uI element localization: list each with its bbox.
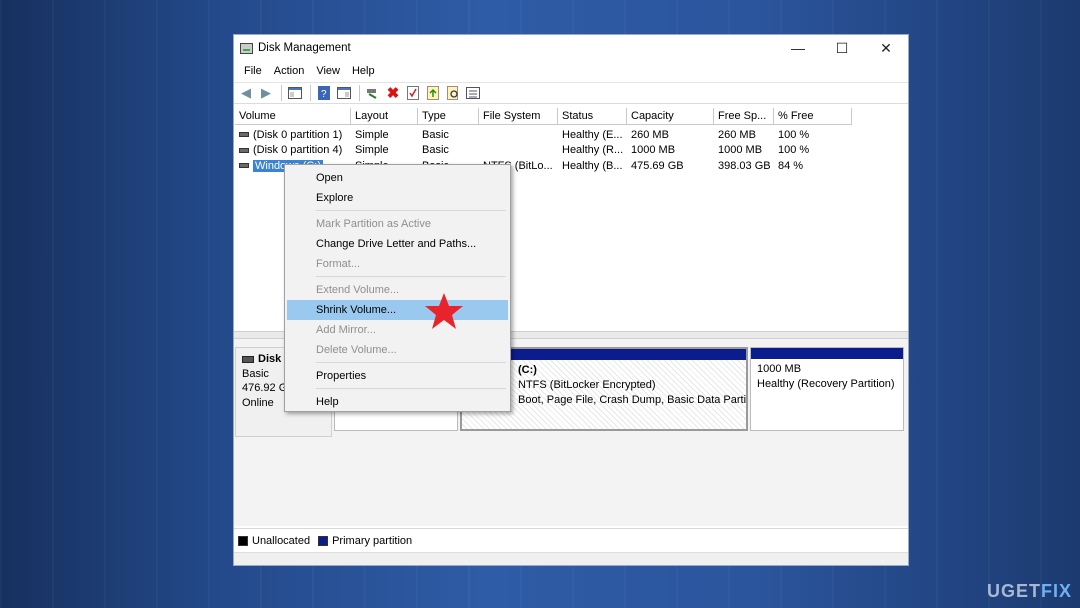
menu-separator	[316, 388, 506, 389]
partition-bar	[751, 348, 903, 359]
menu-action[interactable]: Action	[268, 63, 311, 81]
table-row[interactable]: (Disk 0 partition 1) Simple Basic Health…	[235, 127, 852, 143]
cell-percent-free: 100 %	[778, 128, 810, 141]
partition-recovery[interactable]: 1000 MB Healthy (Recovery Partition)	[750, 347, 904, 431]
menu-item-add-mirror: Add Mirror...	[316, 324, 376, 336]
menu-separator	[316, 210, 506, 211]
svg-text:?: ?	[321, 89, 327, 100]
watermark-part-2: ET	[1015, 581, 1041, 601]
menu-separator	[316, 276, 506, 277]
ugetfix-watermark: UGETFIX	[987, 581, 1072, 602]
menu-view[interactable]: View	[310, 63, 346, 81]
toolbar-separator	[281, 85, 282, 101]
volume-icon	[239, 147, 249, 153]
red-star-annotation-icon	[425, 293, 463, 329]
column-header-type[interactable]: Type	[418, 108, 479, 125]
cell-free-space: 260 MB	[718, 128, 756, 141]
volume-icon	[239, 132, 249, 138]
legend-label-unallocated: Unallocated	[252, 534, 311, 547]
cell-percent-free: 100 %	[778, 144, 810, 157]
menu-item-extend-volume: Extend Volume...	[316, 284, 400, 296]
legend-swatch-primary	[318, 535, 329, 546]
cell-layout: Simple	[355, 128, 389, 141]
cell-type: Basic	[422, 128, 449, 141]
cell-layout: Simple	[355, 144, 389, 157]
table-row[interactable]: (Disk 0 partition 4) Simple Basic Health…	[235, 143, 852, 159]
watermark-part-1: UG	[986, 581, 1016, 601]
search-icon[interactable]	[444, 84, 462, 102]
menu-item-shrink-volume[interactable]: Shrink Volume...	[287, 300, 508, 320]
cell-status: Healthy (E...	[562, 128, 623, 141]
menu-item-delete-volume: Delete Volume...	[316, 344, 397, 356]
cell-status: Healthy (R...	[562, 144, 624, 157]
watermark-part-3: FIX	[1040, 581, 1072, 601]
back-icon[interactable]: ◀	[237, 84, 255, 102]
column-header-percent-free[interactable]: % Free	[774, 108, 852, 125]
partition-line2: Healthy (Recovery Partition)	[757, 378, 895, 390]
show-hide-icon[interactable]	[335, 84, 353, 102]
cell-free-space: 1000 MB	[718, 144, 763, 157]
console-tree-icon[interactable]	[286, 84, 304, 102]
partition-line1: 1000 MB	[757, 363, 802, 375]
column-header-status[interactable]: Status	[558, 108, 627, 125]
cell-percent-free: 84 %	[778, 159, 804, 172]
minimize-button[interactable]: —	[776, 35, 820, 61]
partition-line2: Boot, Page File, Crash Dump, Basic Data …	[518, 394, 746, 406]
column-header-free-space[interactable]: Free Sp...	[714, 108, 774, 125]
partition-title: (C:)	[518, 364, 537, 376]
status-bar	[234, 552, 908, 565]
toolbar-separator	[359, 85, 360, 101]
cell-capacity: 1000 MB	[631, 144, 676, 157]
column-header-layout[interactable]: Layout	[351, 108, 418, 125]
toolbar: ◀ ▶ ? ✖	[234, 82, 908, 104]
menu-item-mark-partition-active: Mark Partition as Active	[316, 218, 431, 230]
column-header-capacity[interactable]: Capacity	[627, 108, 714, 125]
cell-volume: (Disk 0 partition 4)	[253, 144, 343, 157]
toolbar-separator	[310, 85, 311, 101]
properties-icon[interactable]	[404, 84, 422, 102]
context-menu: Open Explore Mark Partition as Active Ch…	[284, 164, 511, 412]
cell-status: Healthy (B...	[562, 159, 623, 172]
menu-bar: File Action View Help	[234, 63, 381, 81]
menu-item-format: Format...	[316, 258, 361, 270]
menu-item-properties[interactable]: Properties	[287, 366, 508, 386]
cell-capacity: 475.69 GB	[631, 159, 684, 172]
disk-management-app-icon	[240, 42, 253, 54]
menu-item-change-drive-letter[interactable]: Change Drive Letter and Paths...	[287, 234, 508, 254]
legend-swatch-unallocated	[238, 535, 248, 546]
volume-list-header: Volume Layout Type File System Status Ca…	[235, 108, 852, 125]
forward-icon[interactable]: ▶	[257, 84, 275, 102]
menu-help[interactable]: Help	[346, 63, 381, 81]
menu-file[interactable]: File	[238, 63, 268, 81]
window-title: Disk Management	[258, 42, 351, 54]
cell-type: Basic	[422, 144, 449, 157]
cell-capacity: 260 MB	[631, 128, 669, 141]
cell-volume: (Disk 0 partition 1)	[253, 128, 343, 141]
list-view-icon[interactable]	[464, 84, 482, 102]
export-icon[interactable]	[424, 84, 442, 102]
delete-icon[interactable]: ✖	[384, 84, 402, 102]
close-button[interactable]: ✕	[864, 35, 908, 61]
cell-free-space: 398.03 GB	[718, 159, 771, 172]
menu-separator	[316, 362, 506, 363]
menu-item-open[interactable]: Open	[287, 168, 508, 188]
help-icon[interactable]: ?	[315, 84, 333, 102]
title-bar: Disk Management — ☐ ✕	[234, 35, 908, 61]
menu-item-help[interactable]: Help	[287, 392, 508, 412]
column-header-file-system[interactable]: File System	[479, 108, 558, 125]
volume-icon	[239, 163, 249, 169]
connect-icon[interactable]	[364, 84, 382, 102]
disk-icon	[242, 355, 254, 363]
partition-line1: NTFS (BitLocker Encrypted)	[518, 379, 656, 391]
legend-label-primary: Primary partition	[332, 534, 413, 547]
legend: Unallocated Primary partition	[234, 528, 908, 552]
maximize-button[interactable]: ☐	[820, 35, 864, 61]
disk-name: Disk	[258, 353, 282, 365]
column-header-volume[interactable]: Volume	[235, 108, 351, 125]
menu-item-explore[interactable]: Explore	[287, 188, 508, 208]
